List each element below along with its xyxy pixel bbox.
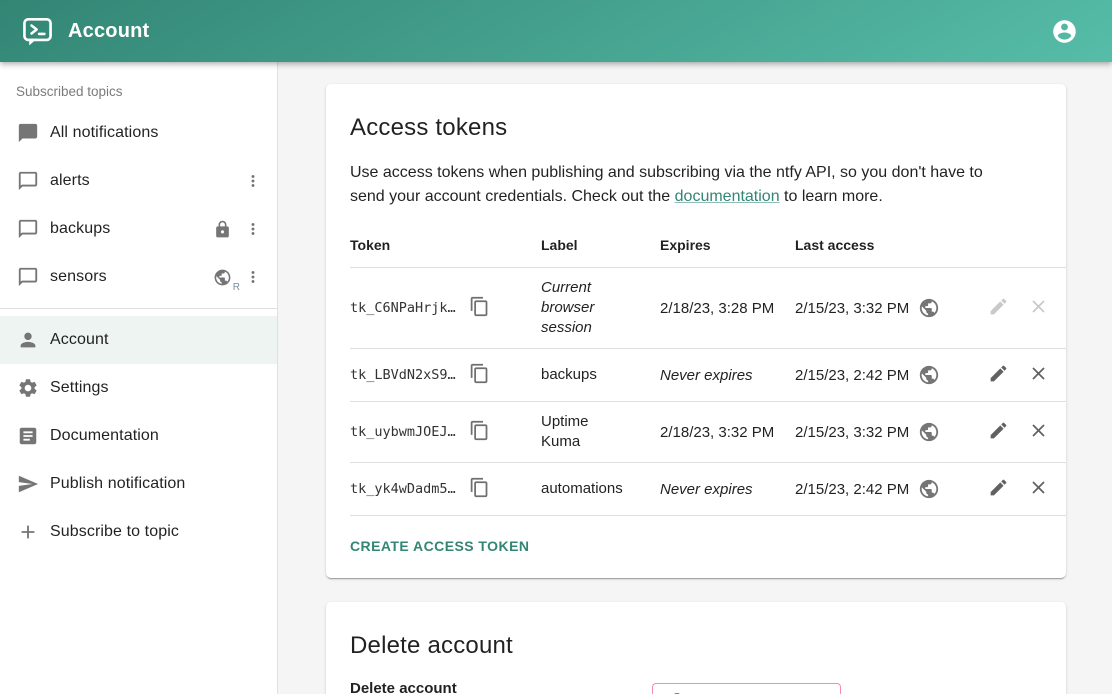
token-expires: Never expires — [660, 367, 795, 384]
documentation-link[interactable]: documentation — [675, 188, 780, 205]
delete-token-icon[interactable] — [1026, 420, 1050, 444]
token-last-access: 2/15/23, 2:42 PM — [795, 367, 909, 384]
main-content: Access tokens Use access tokens when pub… — [278, 62, 1112, 694]
delete-account-item-title: Delete account — [350, 680, 652, 694]
token-expires: Never expires — [660, 481, 795, 498]
token-label: backups — [541, 365, 660, 385]
topic-menu-icon[interactable] — [241, 265, 265, 289]
sidebar-item-account[interactable]: Account — [0, 316, 277, 364]
sidebar-item-label: Subscribe to topic — [50, 523, 179, 541]
chat-outline-icon — [16, 217, 40, 241]
token-value: tk_uybwmJOEJ… — [350, 424, 456, 440]
sidebar-item-all-notifications[interactable]: All notifications — [0, 109, 277, 157]
edit-token-icon[interactable] — [986, 477, 1010, 501]
token-last-access: 2/15/23, 3:32 PM — [795, 300, 909, 317]
subscribed-topics-label: Subscribed topics — [0, 72, 277, 109]
copy-icon[interactable] — [468, 477, 492, 501]
globe-icon — [918, 478, 940, 500]
chat-filled-icon — [16, 121, 40, 145]
reserved-marker: R — [233, 282, 240, 293]
gear-icon — [16, 376, 40, 400]
token-value: tk_LBVdN2xS9… — [350, 367, 456, 383]
person-icon — [16, 328, 40, 352]
delete-token-icon[interactable] — [1026, 477, 1050, 501]
ntfy-logo-icon — [22, 16, 53, 47]
delete-token-icon[interactable] — [1026, 363, 1050, 387]
delete-account-card: Delete account Delete account Permanentl… — [326, 602, 1066, 694]
tokens-table: Token Label Expires Last access tk_C6NPa… — [350, 223, 1066, 516]
sidebar-item-label: alerts — [50, 172, 90, 190]
table-row: tk_uybwmJOEJ… Uptime Kuma 2/18/23, 3:32 … — [350, 402, 1066, 463]
globe-icon — [918, 421, 940, 443]
col-header-label: Label — [541, 235, 660, 255]
tokens-table-header: Token Label Expires Last access — [350, 223, 1066, 268]
globe-icon — [918, 364, 940, 386]
page-title: Account — [68, 20, 149, 43]
sidebar-item-label: Publish notification — [50, 475, 185, 493]
copy-icon[interactable] — [468, 296, 492, 320]
chat-outline-icon — [16, 169, 40, 193]
table-row: tk_C6NPaHrjk… Current browser session 2/… — [350, 268, 1066, 349]
table-row: tk_yk4wDadm5… automations Never expires … — [350, 463, 1066, 516]
delete-account-title: Delete account — [350, 632, 1066, 660]
sidebar-item-sensors[interactable]: sensors R — [0, 253, 277, 301]
edit-token-icon[interactable] — [986, 420, 1010, 444]
account-menu-button[interactable] — [1044, 11, 1084, 51]
globe-icon — [918, 297, 940, 319]
topic-menu-icon[interactable] — [241, 217, 265, 241]
delete-account-row: Delete account Permanently delete your a… — [350, 680, 1066, 694]
col-header-token: Token — [350, 237, 541, 253]
description-text: Use access tokens when publishing and su… — [350, 164, 983, 205]
article-icon — [16, 424, 40, 448]
token-label: Current browser session — [541, 278, 660, 338]
sidebar-item-publish-notification[interactable]: Publish notification — [0, 460, 277, 508]
edit-token-icon — [986, 296, 1010, 320]
token-value: tk_C6NPaHrjk… — [350, 300, 456, 316]
col-header-last-access: Last access — [795, 237, 970, 253]
copy-icon[interactable] — [468, 420, 492, 444]
delete-token-icon — [1026, 296, 1050, 320]
token-last-access: 2/15/23, 3:32 PM — [795, 424, 909, 441]
app-bar: Account — [0, 0, 1112, 62]
topic-menu-icon[interactable] — [241, 169, 265, 193]
account-circle-icon — [1051, 18, 1078, 45]
sidebar-item-label: sensors — [50, 268, 107, 286]
sidebar-item-documentation[interactable]: Documentation — [0, 412, 277, 460]
send-icon — [16, 472, 40, 496]
access-tokens-description: Use access tokens when publishing and su… — [350, 161, 1034, 209]
token-expires: 2/18/23, 3:28 PM — [660, 300, 795, 317]
sidebar-item-label: Account — [50, 331, 109, 349]
sidebar-item-backups[interactable]: backups — [0, 205, 277, 253]
create-access-token-button[interactable]: CREATE ACCESS TOKEN — [350, 528, 537, 564]
delete-account-info: Delete account Permanently delete your a… — [350, 680, 652, 694]
plus-icon — [16, 520, 40, 544]
copy-icon[interactable] — [468, 363, 492, 387]
delete-account-button[interactable]: DELETE ACCOUNT — [652, 683, 841, 694]
sidebar-item-settings[interactable]: Settings — [0, 364, 277, 412]
token-label: automations — [541, 479, 660, 499]
table-row: tk_LBVdN2xS9… backups Never expires 2/15… — [350, 349, 1066, 402]
sidebar-divider — [0, 308, 277, 309]
token-label: Uptime Kuma — [541, 412, 660, 452]
token-value: tk_yk4wDadm5… — [350, 481, 456, 497]
sidebar-item-alerts[interactable]: alerts — [0, 157, 277, 205]
edit-token-icon[interactable] — [986, 363, 1010, 387]
sidebar: Subscribed topics All notifications aler… — [0, 62, 278, 694]
access-tokens-title: Access tokens — [350, 114, 1066, 142]
col-header-expires: Expires — [660, 237, 795, 253]
globe-reserved-icon: R — [210, 265, 234, 289]
token-last-access: 2/15/23, 2:42 PM — [795, 481, 909, 498]
sidebar-item-label: Documentation — [50, 427, 159, 445]
token-expires: 2/18/23, 3:32 PM — [660, 424, 795, 441]
sidebar-item-label: backups — [50, 220, 110, 238]
chat-outline-icon — [16, 265, 40, 289]
sidebar-item-label: Settings — [50, 379, 109, 397]
lock-icon — [210, 217, 234, 241]
sidebar-item-subscribe-to-topic[interactable]: Subscribe to topic — [0, 508, 277, 556]
access-tokens-card: Access tokens Use access tokens when pub… — [326, 84, 1066, 578]
description-text: to learn more. — [780, 188, 883, 205]
sidebar-item-label: All notifications — [50, 124, 158, 142]
